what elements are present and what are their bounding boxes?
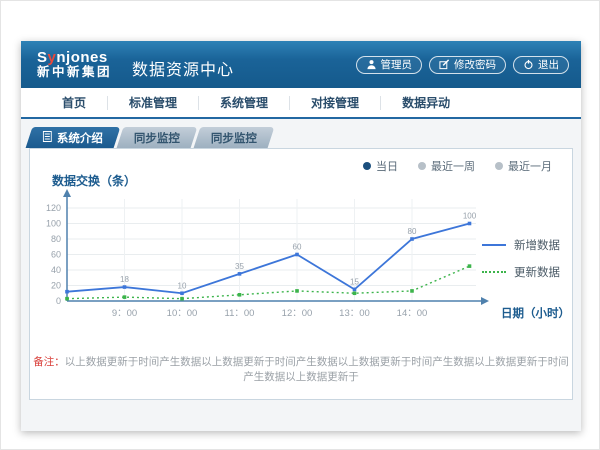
svg-text:120: 120 — [46, 203, 61, 213]
svg-text:35: 35 — [235, 262, 244, 271]
current-user-label: 管理员 — [381, 57, 413, 72]
data-point — [353, 291, 357, 295]
svg-text:14：00: 14：00 — [397, 308, 428, 319]
chart-legend: 新增数据 更新数据 — [482, 237, 560, 280]
radio-icon — [495, 162, 503, 170]
svg-text:80: 80 — [51, 234, 61, 244]
data-point — [180, 297, 184, 301]
page-background: Synjones 新中新集团 数据资源中心 管理员 修改密码 退出 — [0, 0, 600, 450]
power-icon — [523, 59, 534, 70]
svg-text:80: 80 — [408, 227, 417, 236]
solid-line-icon — [482, 244, 506, 246]
time-range-filters: 当日 最近一周 最近一月 — [363, 158, 552, 174]
footnote: 备注：以上数据更新于时间产生数据以上数据更新于时间产生数据以上数据更新于时间产生… — [30, 354, 572, 384]
radio-icon — [418, 162, 426, 170]
content-panel: 当日 最近一周 最近一月 数据交换（条） 0 20 40 60 80 100 120 9：00… — [29, 148, 573, 400]
svg-text:11：00: 11：00 — [225, 308, 255, 319]
tab-sync-monitor-1[interactable]: 同步监控 — [117, 127, 198, 148]
tab-label: 同步监控 — [211, 130, 257, 146]
footnote-text: 以上数据更新于时间产生数据以上数据更新于时间产生数据以上数据更新于时间产生数据以… — [65, 356, 569, 383]
tab-sync-monitor-2[interactable]: 同步监控 — [194, 127, 275, 148]
nav-item-home[interactable]: 首页 — [41, 96, 108, 110]
svg-text:10：00: 10：00 — [167, 308, 198, 319]
app-title: 数据资源中心 — [132, 56, 234, 80]
logo: Synjones 新中新集团 — [37, 50, 112, 80]
data-point — [65, 297, 69, 301]
tab-label: 系统介绍 — [57, 130, 103, 146]
document-icon — [43, 131, 52, 145]
data-point — [123, 285, 127, 289]
main-nav: 首页 标准管理 系统管理 对接管理 数据异动 — [21, 88, 581, 119]
data-point — [238, 293, 242, 297]
data-point — [295, 289, 299, 293]
svg-text:60: 60 — [293, 243, 302, 252]
filter-label: 当日 — [376, 158, 398, 174]
data-point — [295, 253, 299, 257]
legend-label: 新增数据 — [514, 237, 560, 253]
data-point — [468, 222, 472, 226]
app-header: Synjones 新中新集团 数据资源中心 管理员 修改密码 退出 — [21, 41, 581, 88]
svg-text:13：00: 13：00 — [339, 308, 370, 319]
svg-text:0: 0 — [56, 296, 61, 306]
data-point — [123, 295, 127, 299]
nav-item-data-change[interactable]: 数据异动 — [381, 96, 471, 110]
svg-text:15: 15 — [350, 277, 359, 286]
nav-item-standard-mgmt[interactable]: 标准管理 — [108, 96, 199, 110]
data-point — [65, 290, 69, 294]
svg-text:9：00: 9：00 — [112, 308, 137, 319]
svg-text:18: 18 — [120, 275, 129, 284]
page-body: 系统介绍 同步监控 同步监控 当日 — [21, 119, 581, 429]
radio-icon — [363, 162, 371, 170]
svg-text:日期（小时）: 日期（小时） — [501, 306, 570, 320]
y-axis-title: 数据交换（条） — [52, 172, 136, 189]
brand-logo: Synjones — [37, 50, 112, 66]
logout-label: 退出 — [538, 57, 559, 72]
footnote-prefix: 备注： — [33, 356, 65, 368]
svg-text:10: 10 — [178, 281, 187, 290]
data-point — [468, 264, 472, 268]
nav-item-system-mgmt[interactable]: 系统管理 — [199, 96, 290, 110]
legend-item-new-data: 新增数据 — [482, 237, 560, 253]
filter-label: 最近一月 — [508, 158, 552, 174]
logout-button[interactable]: 退出 — [513, 56, 569, 74]
data-point — [180, 291, 184, 295]
tab-label: 同步监控 — [134, 130, 180, 146]
data-point — [353, 288, 357, 292]
user-icon — [366, 59, 377, 70]
data-point — [238, 272, 242, 276]
legend-item-updated-data: 更新数据 — [482, 264, 560, 280]
svg-text:40: 40 — [51, 265, 61, 275]
filter-today[interactable]: 当日 — [363, 158, 398, 174]
data-point — [410, 237, 414, 241]
svg-text:100: 100 — [46, 219, 61, 229]
tab-bar: 系统介绍 同步监控 同步监控 — [29, 127, 271, 148]
data-point — [410, 289, 414, 293]
current-user-button[interactable]: 管理员 — [356, 56, 423, 74]
legend-label: 更新数据 — [514, 264, 560, 280]
change-password-label: 修改密码 — [454, 57, 496, 72]
user-area: 管理员 修改密码 退出 — [356, 56, 570, 74]
edit-icon — [439, 59, 450, 70]
tab-system-intro[interactable]: 系统介绍 — [26, 127, 121, 148]
svg-text:100: 100 — [463, 212, 477, 221]
app-window: Synjones 新中新集团 数据资源中心 管理员 修改密码 退出 — [21, 41, 581, 431]
filter-label: 最近一周 — [431, 158, 475, 174]
svg-text:60: 60 — [51, 250, 61, 260]
filter-last-week[interactable]: 最近一周 — [418, 158, 475, 174]
change-password-button[interactable]: 修改密码 — [429, 56, 506, 74]
company-name: 新中新集团 — [37, 66, 112, 79]
svg-text:20: 20 — [51, 281, 61, 291]
dotted-line-icon — [482, 271, 506, 273]
filter-last-month[interactable]: 最近一月 — [495, 158, 552, 174]
nav-item-interface-mgmt[interactable]: 对接管理 — [290, 96, 381, 110]
svg-text:12：00: 12：00 — [282, 308, 313, 319]
